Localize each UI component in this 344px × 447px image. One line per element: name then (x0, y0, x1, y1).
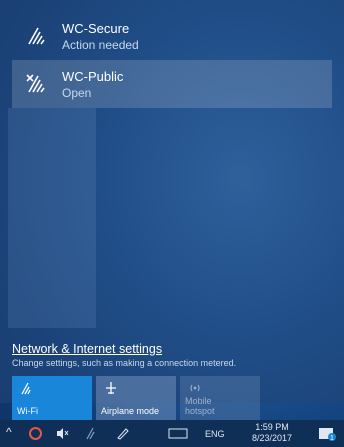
wifi-icon (21, 382, 31, 395)
network-item-wc-public[interactable]: WC-Public Open (12, 60, 332, 108)
keyboard-icon[interactable] (168, 426, 188, 441)
wifi-open-icon (26, 74, 45, 93)
flyout-left-pane (8, 108, 96, 328)
network-status: Open (62, 86, 92, 100)
clock[interactable]: 1:59 PM 8/23/2017 (242, 422, 302, 443)
network-item-wc-secure[interactable]: WC-Secure Action needed (12, 12, 332, 60)
hotspot-icon (190, 384, 200, 392)
network-tray-icon[interactable] (85, 426, 100, 441)
chevron-up-icon[interactable]: ^ (6, 425, 12, 440)
taskbar: ^ ENG 1:59 PM 8/23/2017 1 (0, 420, 344, 447)
mobile-hotspot-tile[interactable]: Mobile hotspot (180, 376, 260, 420)
network-settings-subtitle: Change settings, such as making a connec… (12, 358, 237, 368)
airplane-tile-label: Airplane mode (101, 406, 160, 416)
network-status: Action needed (62, 38, 139, 52)
clock-time: 1:59 PM (255, 422, 289, 432)
airplane-mode-tile[interactable]: Airplane mode (96, 376, 176, 420)
volume-icon[interactable] (55, 426, 70, 441)
network-ssid: WC-Secure (62, 21, 130, 36)
wifi-toggle-tile[interactable]: Wi-Fi (12, 376, 92, 420)
clock-date: 8/23/2017 (251, 433, 293, 443)
notification-count: 1 (330, 435, 334, 441)
network-flyout: WC-Secure Action needed WC-Public Open N… (0, 0, 344, 420)
pen-icon[interactable] (115, 426, 130, 441)
wifi-icon (28, 27, 45, 45)
airplane-icon (106, 382, 116, 394)
hotspot-tile-label: Mobile hotspot (185, 396, 215, 416)
notification-icon[interactable]: 1 (317, 426, 337, 441)
network-ssid: WC-Public (62, 69, 124, 84)
language-indicator[interactable]: ENG (205, 429, 225, 444)
browser-icon[interactable] (28, 426, 43, 441)
wifi-tile-label: Wi-Fi (17, 406, 38, 416)
network-settings-link[interactable]: Network & Internet settings (12, 342, 162, 356)
